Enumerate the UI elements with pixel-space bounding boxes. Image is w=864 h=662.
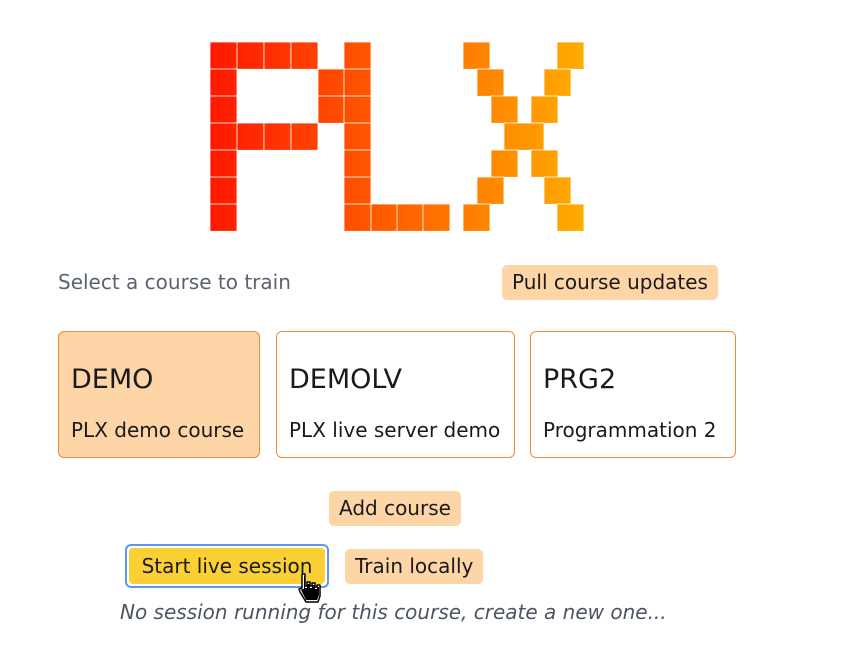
session-status-message: No session running for this course, crea… [120,600,667,624]
course-card-demolv[interactable]: DEMOLV PLX live server demo [276,331,515,458]
course-code: DEMO [71,364,154,395]
select-course-label: Select a course to train [58,270,291,294]
course-card-demo[interactable]: DEMO PLX demo course [58,331,260,458]
pull-course-updates-button[interactable]: Pull course updates [502,265,718,300]
course-card-prg2[interactable]: PRG2 Programmation 2 [530,331,736,458]
course-name: PLX live server demo [289,418,501,442]
course-name: Programmation 2 [543,418,717,442]
course-name: PLX demo course [71,418,245,442]
train-locally-button[interactable]: Train locally [345,549,484,584]
course-code: DEMOLV [289,364,402,395]
add-course-button[interactable]: Add course [329,491,461,526]
plx-logo [209,41,585,232]
course-code: PRG2 [543,364,617,395]
